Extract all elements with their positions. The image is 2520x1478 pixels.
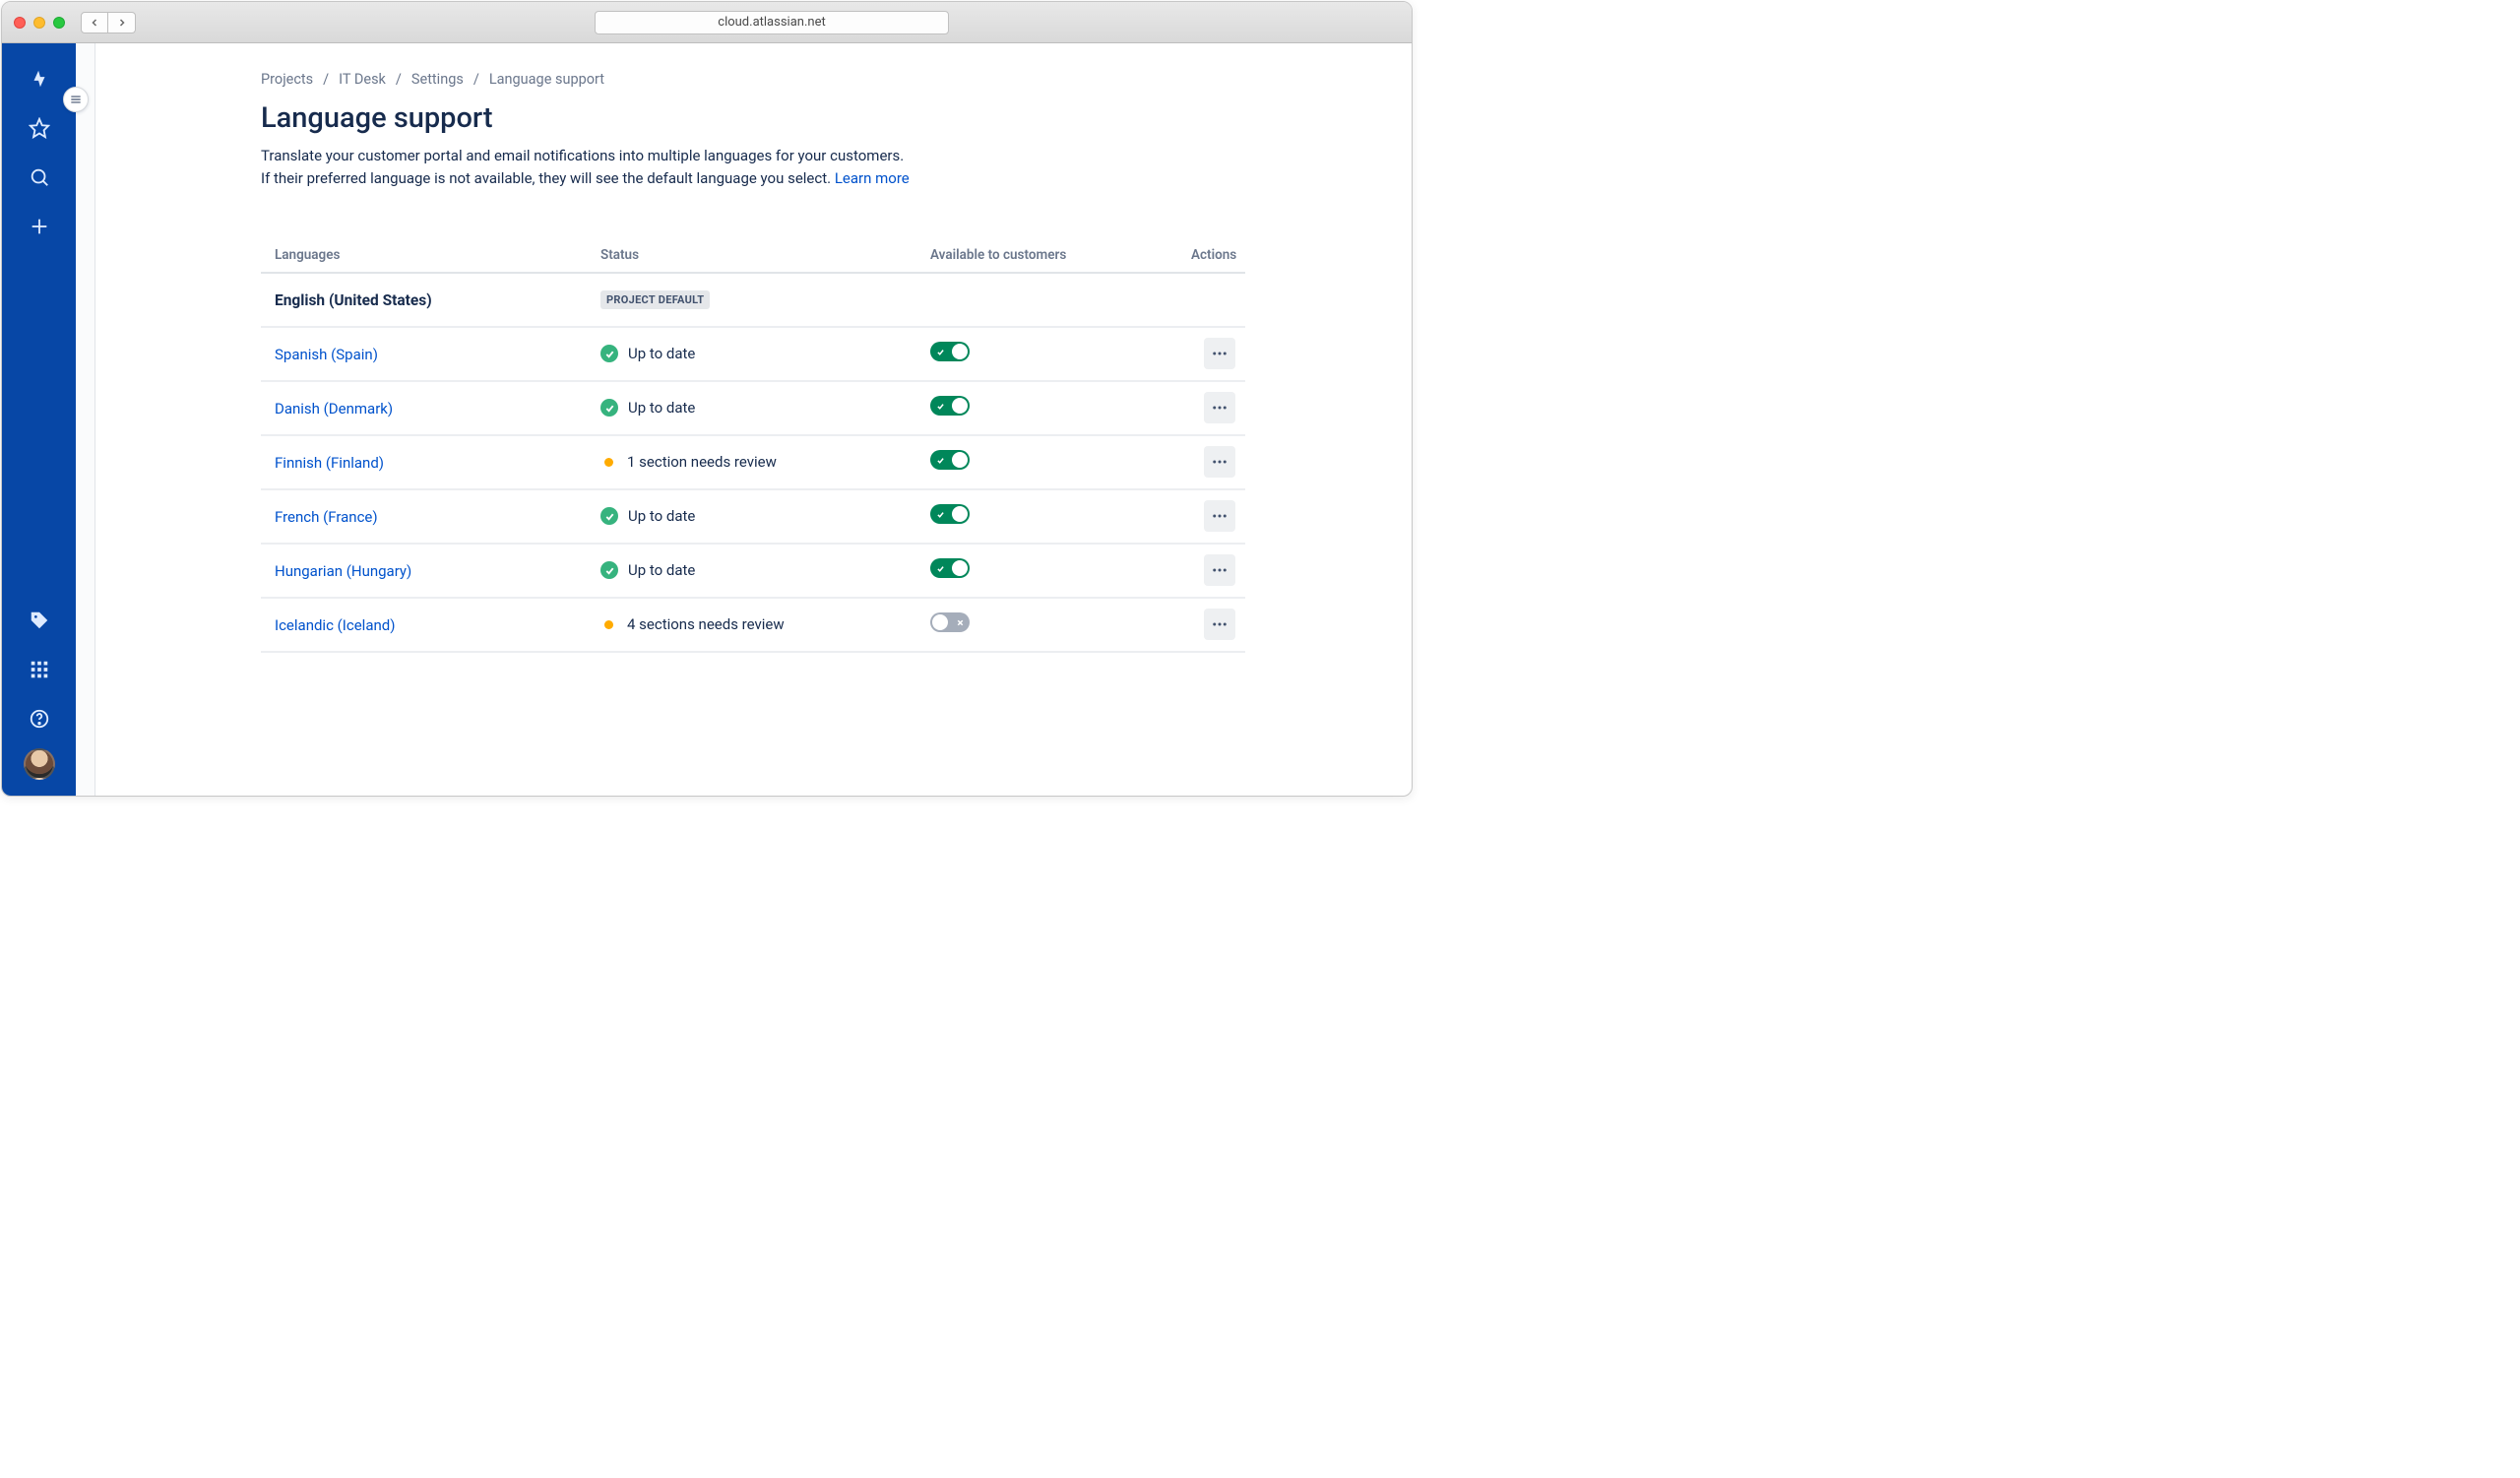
nav-buttons — [81, 12, 136, 33]
col-header-available: Available to customers — [930, 247, 1191, 263]
check-icon — [934, 508, 946, 520]
check-icon — [934, 562, 946, 574]
url-bar[interactable]: cloud.atlassian.net — [595, 11, 949, 34]
maximize-window-button[interactable] — [53, 17, 65, 29]
check-icon — [934, 454, 946, 466]
breadcrumb-item[interactable]: IT Desk — [339, 71, 386, 88]
user-avatar[interactable] — [24, 748, 55, 780]
status-text: Up to date — [628, 507, 695, 525]
available-toggle[interactable] — [930, 342, 970, 361]
col-header-status: Status — [600, 247, 930, 263]
help-icon[interactable] — [20, 699, 59, 739]
language-link[interactable]: Danish (Denmark) — [275, 400, 393, 418]
language-link[interactable]: Finnish (Finland) — [275, 454, 384, 472]
status-text: 1 section needs review — [627, 453, 777, 471]
default-lozenge: PROJECT DEFAULT — [600, 290, 710, 309]
language-link[interactable]: Icelandic (Iceland) — [275, 616, 395, 634]
back-button[interactable] — [81, 12, 108, 33]
table-row: Icelandic (Iceland) 4 sections needs revi… — [261, 599, 1245, 653]
status-ok-icon — [600, 507, 618, 525]
available-toggle[interactable] — [930, 396, 970, 416]
row-actions-button[interactable] — [1204, 446, 1235, 478]
row-actions-button[interactable] — [1204, 392, 1235, 423]
status-text: Up to date — [628, 561, 695, 579]
status-text: 4 sections needs review — [627, 615, 785, 633]
table-row: Danish (Denmark) Up to date — [261, 382, 1245, 436]
status-text: Up to date — [628, 399, 695, 417]
forward-button[interactable] — [108, 12, 136, 33]
table-row: Spanish (Spain) Up to date — [261, 328, 1245, 382]
window-controls — [14, 17, 65, 29]
breadcrumb-item[interactable]: Projects — [261, 71, 313, 88]
app-body: Projects / IT Desk / Settings / Language… — [2, 43, 1412, 796]
close-window-button[interactable] — [14, 17, 26, 29]
language-link[interactable]: Hungarian (Hungary) — [275, 562, 411, 580]
close-icon — [954, 616, 966, 628]
table-row: Finnish (Finland) 1 section needs review — [261, 436, 1245, 490]
search-icon[interactable] — [20, 158, 59, 197]
language-name-default: English (United States) — [275, 291, 432, 309]
sidebar-toggle-button[interactable] — [63, 87, 89, 112]
available-toggle[interactable] — [930, 504, 970, 524]
check-icon — [934, 400, 946, 412]
status-ok-icon — [600, 561, 618, 579]
learn-more-link[interactable]: Learn more — [835, 169, 910, 187]
main-content: Projects / IT Desk / Settings / Language… — [95, 43, 1412, 796]
breadcrumb-item: Language support — [489, 71, 604, 88]
col-header-languages: Languages — [261, 247, 600, 263]
available-toggle[interactable] — [930, 450, 970, 470]
apps-icon[interactable] — [20, 650, 59, 689]
status-ok-icon — [600, 399, 618, 417]
row-actions-button[interactable] — [1204, 609, 1235, 640]
table-header: Languages Status Available to customers … — [261, 238, 1245, 274]
breadcrumb-item[interactable]: Settings — [411, 71, 464, 88]
table-row: Hungarian (Hungary) Up to date — [261, 545, 1245, 599]
row-actions-button[interactable] — [1204, 500, 1235, 532]
available-toggle[interactable] — [930, 558, 970, 578]
status-warn-icon — [604, 620, 613, 629]
browser-window: cloud.atlassian.net — [1, 1, 1413, 797]
product-logo-icon[interactable] — [20, 59, 59, 98]
page-description: Translate your customer portal and email… — [261, 145, 1356, 191]
languages-table: Languages Status Available to customers … — [261, 238, 1245, 653]
star-icon[interactable] — [20, 108, 59, 148]
row-actions-button[interactable] — [1204, 338, 1235, 369]
available-toggle[interactable] — [930, 612, 970, 632]
minimize-window-button[interactable] — [33, 17, 45, 29]
status-ok-icon — [600, 345, 618, 362]
url-text: cloud.atlassian.net — [718, 15, 825, 30]
table-row: English (United States) PROJECT DEFAULT — [261, 274, 1245, 328]
row-actions-button[interactable] — [1204, 554, 1235, 586]
tag-icon[interactable] — [20, 601, 59, 640]
table-row: French (France) Up to date — [261, 490, 1245, 545]
page-title: Language support — [261, 101, 1356, 135]
browser-chrome: cloud.atlassian.net — [2, 2, 1412, 43]
global-sidebar — [2, 43, 76, 796]
create-icon[interactable] — [20, 207, 59, 246]
language-link[interactable]: French (France) — [275, 508, 378, 526]
collapsed-project-sidebar[interactable] — [76, 43, 95, 796]
status-text: Up to date — [628, 345, 695, 362]
breadcrumb: Projects / IT Desk / Settings / Language… — [261, 71, 1356, 88]
check-icon — [934, 346, 946, 357]
status-warn-icon — [604, 458, 613, 467]
language-link[interactable]: Spanish (Spain) — [275, 346, 378, 363]
col-header-actions: Actions — [1191, 247, 1246, 263]
